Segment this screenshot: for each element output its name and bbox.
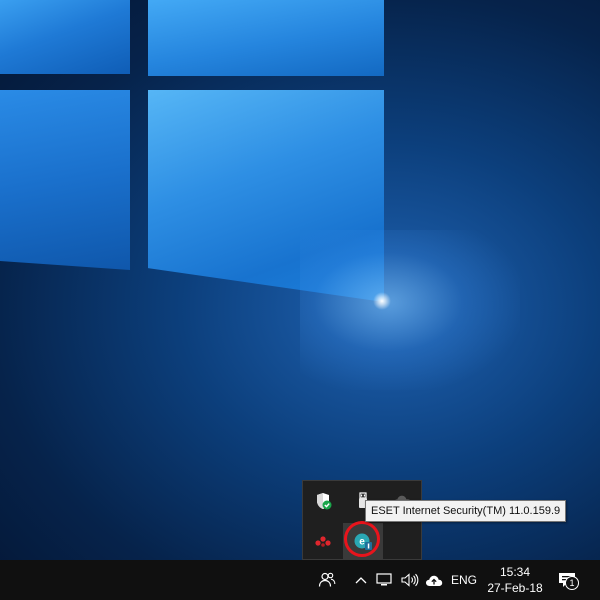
- wallpaper-pane-top-left: [0, 0, 130, 74]
- clock[interactable]: 15:34 27-Feb-18: [484, 560, 546, 600]
- language-indicator[interactable]: ENG: [447, 560, 481, 600]
- volume-icon[interactable]: [398, 560, 422, 600]
- notification-count-badge: 1: [565, 576, 579, 590]
- notification-icon: 1: [558, 572, 579, 590]
- people-icon[interactable]: [312, 560, 342, 600]
- action-center-button[interactable]: 1: [552, 560, 582, 600]
- wallpaper-light-star: [373, 292, 391, 310]
- wallpaper-pane-bottom-left: [0, 90, 130, 270]
- cloud-upload-icon[interactable]: [423, 560, 445, 600]
- windows-defender-icon[interactable]: [303, 483, 343, 519]
- red-app-icon[interactable]: [303, 523, 343, 559]
- clock-date: 27-Feb-18: [487, 581, 543, 595]
- taskbar: ENG 15:34 27-Feb-18 1: [0, 560, 600, 600]
- show-hidden-icons-chevron-up-icon[interactable]: [352, 560, 370, 600]
- highlight-circle: [344, 521, 380, 557]
- wallpaper-pane-top-right: [148, 0, 384, 76]
- desktop-wallpaper: [0, 0, 600, 560]
- eset-tooltip: ESET Internet Security(TM) 11.0.159.9: [365, 500, 567, 522]
- clock-time: 15:34: [499, 565, 531, 579]
- network-icon[interactable]: [372, 560, 396, 600]
- wallpaper-pane-bottom-right: [148, 90, 384, 302]
